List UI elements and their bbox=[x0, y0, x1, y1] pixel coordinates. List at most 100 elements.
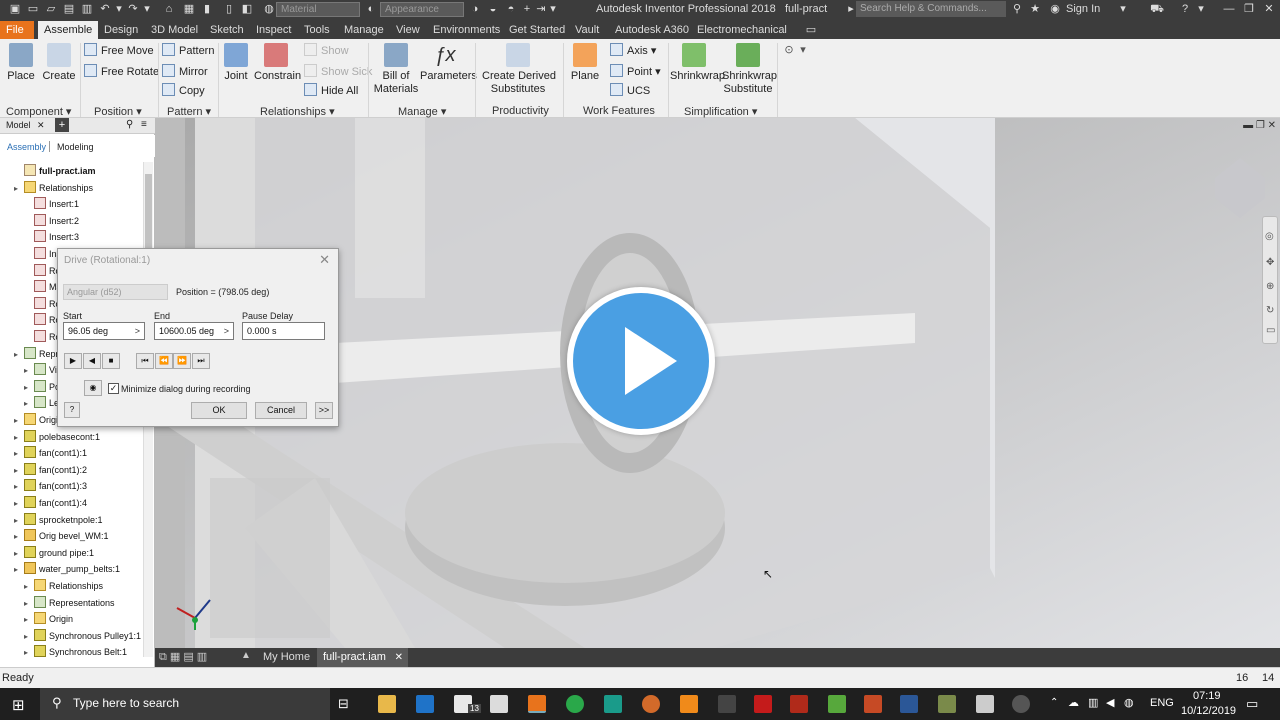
expand-icon[interactable]: ▸ bbox=[14, 463, 24, 479]
undo-dropdown-icon[interactable]: ▾ bbox=[112, 2, 126, 16]
show-sick-button[interactable]: Show Sick bbox=[304, 64, 372, 80]
browser-add-icon[interactable]: + bbox=[55, 118, 69, 132]
help-search-input[interactable]: Search Help & Commands... bbox=[856, 1, 1006, 17]
tree-item[interactable]: ▸ fan(cont1):4 bbox=[14, 495, 87, 511]
tree-item[interactable]: Insert:3 bbox=[24, 229, 79, 245]
cart-icon[interactable]: ⛟ bbox=[1150, 2, 1164, 16]
tab-full-pract[interactable]: full-pract.iam ✕ bbox=[317, 648, 408, 667]
material-combo[interactable]: Material bbox=[276, 2, 360, 17]
tab-manage[interactable]: Manage bbox=[338, 21, 390, 39]
tab-view[interactable]: View bbox=[390, 21, 426, 39]
expand-icon[interactable]: ▸ bbox=[14, 562, 24, 578]
angular-select[interactable]: Angular (d52) bbox=[63, 284, 168, 300]
tab-inspect[interactable]: Inspect bbox=[250, 21, 297, 39]
minimize-checkbox[interactable]: ✓ bbox=[108, 383, 119, 394]
step-back-icon[interactable]: ⏪ bbox=[155, 353, 173, 369]
maximize-icon[interactable]: ❐ bbox=[1242, 2, 1256, 16]
ribbon-options-icon[interactable]: ⊙ bbox=[782, 43, 796, 57]
clock-time[interactable]: 07:19 bbox=[1193, 690, 1221, 702]
app-green-icon[interactable] bbox=[938, 695, 956, 713]
tree-item[interactable]: Ma bbox=[24, 279, 62, 295]
tree-item[interactable]: ▸ Synchronous Belt:1 bbox=[24, 644, 127, 660]
assembly-tab[interactable]: Assembly bbox=[7, 142, 46, 152]
navigation-bar[interactable]: ◎ ✥ ⊕ ↻ ▭ bbox=[1262, 216, 1278, 344]
group-label-pattern[interactable]: Pattern ▾ bbox=[167, 105, 211, 118]
adjust-icon[interactable]: ◓ bbox=[504, 2, 518, 16]
home-icon[interactable]: ⌂ bbox=[162, 2, 176, 16]
go-to-end-icon[interactable]: ⏭ bbox=[192, 353, 210, 369]
favorites-icon[interactable]: ★ bbox=[1028, 2, 1042, 16]
expand-icon[interactable]: ▸ bbox=[14, 513, 24, 529]
go-to-start-icon[interactable]: ⏮ bbox=[136, 353, 154, 369]
tree-item[interactable]: ▸ Orig bevel_WM:1 bbox=[14, 528, 109, 544]
viewport-window-controls[interactable]: ▬ ❐ ✕ bbox=[1243, 120, 1276, 131]
mirror-button[interactable]: Mirror bbox=[162, 64, 208, 80]
close-icon[interactable]: ✕ bbox=[1262, 2, 1276, 16]
expand-icon[interactable]: ▸ bbox=[24, 612, 34, 628]
group-label-position[interactable]: Position ▾ bbox=[94, 105, 142, 118]
shrinkwrap-button[interactable]: Shrinkwrap bbox=[670, 43, 725, 82]
tree-item[interactable]: ▸ Origin bbox=[14, 412, 63, 428]
dialog-close-icon[interactable]: ✕ bbox=[319, 252, 330, 268]
expand-icon[interactable]: ▸ bbox=[24, 629, 34, 645]
new-file-icon[interactable]: ▭ bbox=[26, 2, 40, 16]
tab-environments[interactable]: Environments bbox=[427, 21, 506, 39]
tree-item[interactable]: ▸ Relationships bbox=[14, 180, 93, 196]
tree-item[interactable]: ▸ fan(cont1):1 bbox=[14, 445, 87, 461]
free-rotate-button[interactable]: Free Rotate bbox=[84, 64, 159, 80]
group-label-component[interactable]: Component ▾ bbox=[6, 105, 71, 118]
tree-item[interactable]: ▸ ground pipe:1 bbox=[14, 545, 94, 561]
clear-override-icon[interactable]: ◒ bbox=[486, 2, 500, 16]
tree-item[interactable]: Ins bbox=[24, 246, 61, 262]
blender-icon[interactable] bbox=[642, 695, 660, 713]
network-icon[interactable]: ▥ bbox=[1088, 696, 1098, 709]
select-icon[interactable]: ▮ bbox=[200, 2, 214, 16]
tab-design[interactable]: Design bbox=[98, 21, 144, 39]
redo-dropdown-icon[interactable]: ▾ bbox=[140, 2, 154, 16]
tree-item[interactable]: ▸ water_pump_belts:1 bbox=[14, 561, 120, 577]
tree-item[interactable]: ▸ Synchronous Pulley1:1 bbox=[24, 628, 141, 644]
tile-icons[interactable]: ⧉ ▦ ▤ ▥ bbox=[159, 650, 207, 664]
tree-item[interactable]: ▸ Representations bbox=[24, 595, 115, 611]
taskbar-search-box[interactable]: ⚲ Type here to search bbox=[40, 688, 330, 720]
constrain-button[interactable]: Constrain bbox=[254, 43, 301, 82]
tree-item[interactable]: ▸ fan(cont1):3 bbox=[14, 478, 87, 494]
plane-button[interactable]: Plane bbox=[568, 43, 602, 82]
powerpoint-icon[interactable] bbox=[864, 695, 882, 713]
tree-item[interactable]: ▸ polebasecont:1 bbox=[14, 429, 100, 445]
tab-file[interactable]: File bbox=[0, 21, 34, 39]
app-3-icon[interactable] bbox=[604, 695, 622, 713]
chrome-icon[interactable] bbox=[566, 695, 584, 713]
plus-icon[interactable]: + bbox=[520, 2, 534, 16]
orbit-icon[interactable]: ↻ bbox=[1266, 305, 1274, 316]
app-menu-icon[interactable]: ▣ bbox=[8, 2, 22, 16]
expand-icon[interactable]: ▸ bbox=[14, 479, 24, 495]
expand-icon[interactable]: ▸ bbox=[14, 181, 24, 197]
tab-get-started[interactable]: Get Started bbox=[503, 21, 571, 39]
expand-icon[interactable]: ▸ bbox=[24, 579, 34, 595]
show-button[interactable]: Show bbox=[304, 43, 349, 59]
minimize-icon[interactable]: — bbox=[1222, 2, 1236, 16]
tab-assemble[interactable]: Assemble bbox=[38, 21, 99, 39]
start-field[interactable]: 96.05 deg > bbox=[63, 322, 145, 340]
appearance-icon[interactable]: ◐ bbox=[364, 2, 378, 16]
axis-button[interactable]: Axis ▾ bbox=[610, 43, 656, 59]
tree-item[interactable]: Insert:1 bbox=[24, 196, 79, 212]
tab-model[interactable]: Model bbox=[6, 120, 31, 130]
pause-delay-field[interactable]: 0.000 s bbox=[242, 322, 325, 340]
open-file-icon[interactable]: ▱ bbox=[44, 2, 58, 16]
more-button[interactable]: >> bbox=[315, 402, 333, 419]
video-play-button[interactable] bbox=[567, 287, 715, 435]
ucs-button[interactable]: UCS bbox=[610, 83, 650, 99]
inventor-icon[interactable] bbox=[528, 695, 546, 713]
ok-button[interactable]: OK bbox=[191, 402, 247, 419]
parameters-button[interactable]: ƒx Parameters bbox=[420, 43, 477, 82]
windows-start-icon[interactable]: ⊞ bbox=[12, 696, 25, 714]
unity-icon[interactable] bbox=[718, 695, 736, 713]
copy-button[interactable]: Copy bbox=[162, 83, 205, 99]
tab-autodesk-a360[interactable]: Autodesk A360 bbox=[609, 21, 695, 39]
sign-in-dropdown-icon[interactable]: ▾ bbox=[1116, 2, 1130, 16]
zoom-nav-icon[interactable]: ⊕ bbox=[1266, 281, 1274, 292]
shrinkwrap-substitute-button[interactable]: Shrinkwrap Substitute bbox=[722, 43, 777, 96]
tab-close-icon[interactable]: ✕ bbox=[395, 648, 403, 667]
